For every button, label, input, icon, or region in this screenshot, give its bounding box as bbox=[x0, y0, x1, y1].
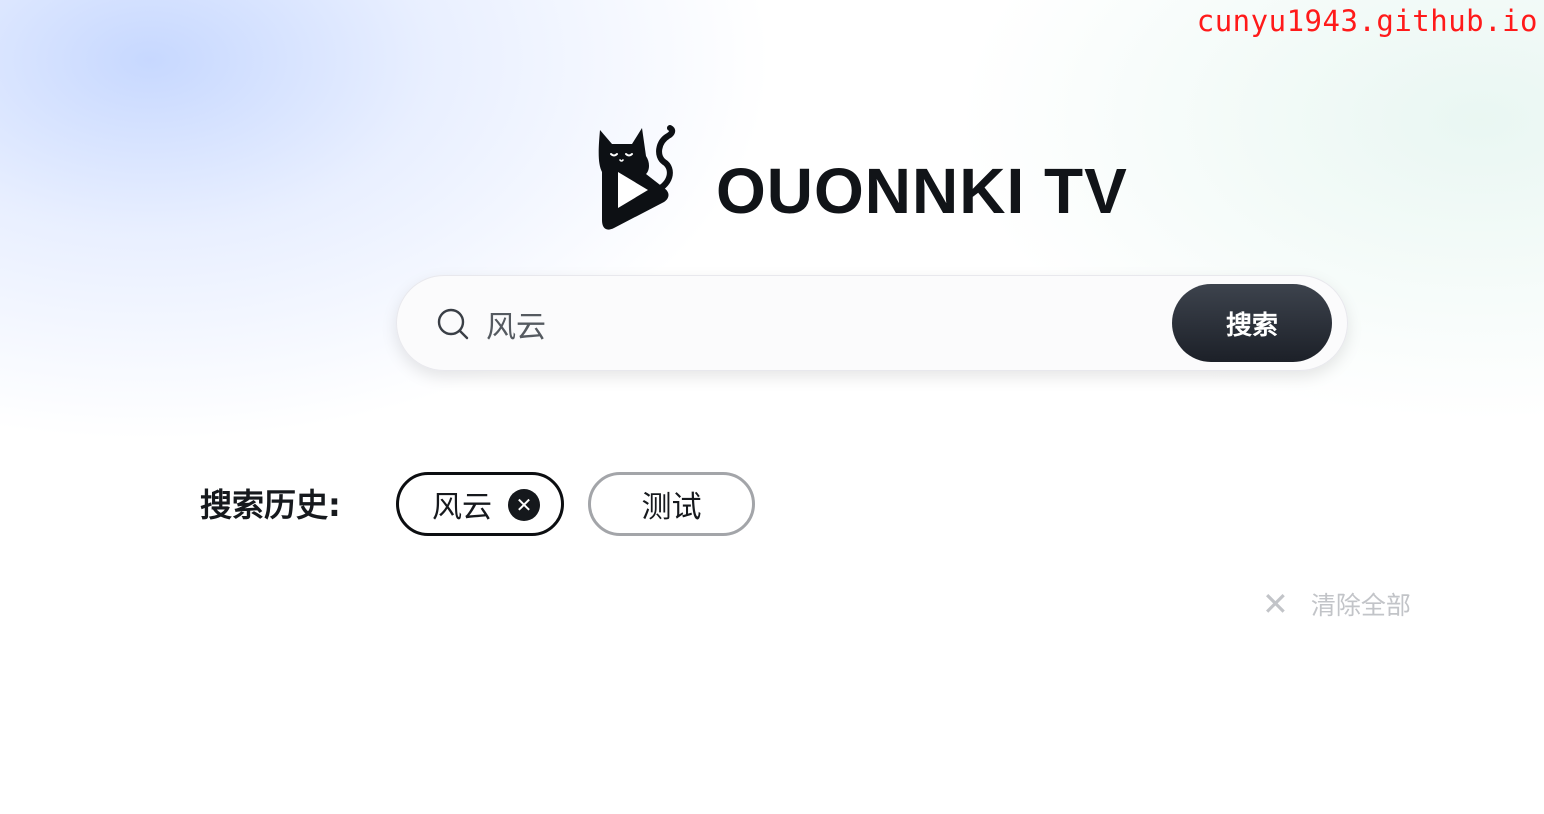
history-chip-0[interactable]: 风云 ✕ bbox=[396, 472, 564, 536]
clear-all-button[interactable]: ✕ 清除全部 bbox=[1262, 586, 1411, 622]
close-icon[interactable]: ✕ bbox=[508, 489, 540, 521]
cat-play-logo-icon bbox=[598, 125, 676, 230]
clear-all-label: 清除全部 bbox=[1310, 591, 1411, 620]
x-icon: ✕ bbox=[1262, 585, 1289, 623]
history-chip-label: 测试 bbox=[641, 490, 702, 525]
app-title: OUONNKI TV bbox=[716, 155, 1128, 227]
search-history-label: 搜索历史: bbox=[200, 486, 341, 524]
history-chip-label: 风云 bbox=[432, 490, 492, 525]
brand-header: OUONNKI TV bbox=[594, 122, 1128, 232]
search-bar: 搜索 bbox=[396, 275, 1348, 371]
search-icon bbox=[437, 308, 469, 340]
search-input[interactable] bbox=[484, 301, 1148, 347]
search-button[interactable]: 搜索 bbox=[1172, 284, 1332, 362]
history-chip-1[interactable]: 测试 bbox=[588, 472, 755, 536]
watermark-text: cunyu1943.github.io bbox=[1196, 4, 1538, 38]
